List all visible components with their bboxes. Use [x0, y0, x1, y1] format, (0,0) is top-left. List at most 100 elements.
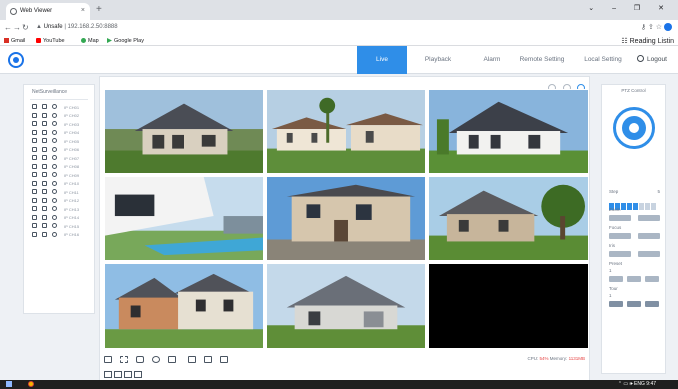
layout-16-icon[interactable]: [134, 371, 142, 378]
record-icon[interactable]: [42, 172, 47, 177]
windows-start-icon[interactable]: [6, 381, 12, 387]
fullscreen-toggle-icon[interactable]: [220, 356, 228, 363]
play-circle-icon[interactable]: [52, 146, 57, 152]
step-slider[interactable]: [609, 197, 657, 215]
video-tile-ch05[interactable]: [266, 176, 426, 261]
channel-item[interactable]: IP CH05: [24, 137, 94, 146]
camera-icon[interactable]: [32, 223, 37, 228]
camera-icon[interactable]: [32, 189, 37, 194]
focus-far-button[interactable]: [638, 233, 660, 239]
camera-icon[interactable]: [32, 163, 37, 169]
tour-stop-button[interactable]: [627, 301, 641, 307]
record-icon[interactable]: [42, 180, 47, 186]
window-controls[interactable]: ⌄ – ❐ ✕: [588, 4, 672, 12]
play-circle-icon[interactable]: [52, 214, 57, 220]
channel-item[interactable]: IP CH12: [24, 197, 94, 206]
record-icon[interactable]: [42, 223, 47, 228]
camera-icon[interactable]: [32, 214, 37, 220]
share-icon[interactable]: ⇪: [648, 24, 654, 31]
record-icon[interactable]: [42, 104, 47, 109]
channel-item[interactable]: IP CH02: [24, 112, 94, 121]
record-icon[interactable]: [42, 112, 47, 118]
forward-arrow-icon[interactable]: →: [13, 23, 21, 32]
grid-layout-icon[interactable]: [104, 356, 112, 363]
bookmark-google-play[interactable]: Google Play: [107, 38, 144, 44]
video-tile-ch08[interactable]: [266, 263, 426, 349]
url-field[interactable]: ▲ Unsafe | 192.168.2.50:8888: [36, 24, 118, 30]
preset-call-button[interactable]: [627, 276, 641, 282]
channel-item[interactable]: IP CH15: [24, 222, 94, 231]
layout-1-icon[interactable]: [104, 371, 112, 378]
play-circle-icon[interactable]: [52, 189, 57, 194]
record-icon[interactable]: [42, 129, 47, 135]
record-icon[interactable]: [42, 163, 47, 169]
layout-9-icon[interactable]: [124, 371, 132, 378]
record-icon[interactable]: [42, 146, 47, 152]
focus-near-button[interactable]: [609, 233, 631, 239]
browser-tab[interactable]: Web Viewer ×: [6, 3, 90, 20]
reload-icon[interactable]: ↻: [22, 23, 29, 32]
audio-icon[interactable]: [152, 356, 160, 363]
key-icon[interactable]: ⚷: [641, 24, 646, 31]
camera-icon[interactable]: [32, 231, 37, 237]
bookmark-youtube[interactable]: YouTube: [36, 38, 65, 44]
channel-item[interactable]: IP CH01: [24, 103, 94, 112]
record-icon[interactable]: [42, 121, 47, 126]
channel-item[interactable]: IP CH13: [24, 205, 94, 214]
camera-icon[interactable]: [32, 206, 37, 211]
record-icon[interactable]: [168, 356, 176, 363]
bookmark-map[interactable]: Map: [81, 38, 99, 44]
camera-icon[interactable]: [32, 121, 37, 126]
logout-button[interactable]: Logout: [628, 46, 676, 74]
channel-item[interactable]: IP CH03: [24, 120, 94, 129]
nav-alarm[interactable]: Alarm: [476, 46, 508, 74]
tour-start-button[interactable]: [609, 301, 623, 307]
nav-live[interactable]: Live: [357, 46, 407, 74]
camera-icon[interactable]: [32, 112, 37, 118]
play-circle-icon[interactable]: [52, 172, 57, 177]
preset-set-button[interactable]: [609, 276, 623, 282]
record-icon[interactable]: [42, 197, 47, 203]
reading-list-button[interactable]: ☷ Reading Listin: [621, 37, 674, 45]
play-circle-icon[interactable]: [52, 121, 57, 126]
play-circle-icon[interactable]: [52, 129, 57, 135]
record-icon[interactable]: [42, 189, 47, 194]
zoom-out-button[interactable]: [609, 215, 631, 221]
chrome-taskbar-icon[interactable]: [28, 381, 34, 387]
channel-item[interactable]: IP CH04: [24, 129, 94, 138]
channel-item[interactable]: IP CH11: [24, 188, 94, 197]
camera-icon[interactable]: [32, 180, 37, 186]
play-circle-icon[interactable]: [52, 180, 57, 186]
bookmark-gmail[interactable]: Gmail: [4, 38, 25, 44]
record-icon[interactable]: [42, 206, 47, 211]
iris-open-button[interactable]: [638, 251, 660, 257]
preset-delete-button[interactable]: [645, 276, 659, 282]
tab-close-icon[interactable]: ×: [81, 7, 85, 14]
play-circle-icon[interactable]: [52, 104, 57, 109]
preset-value[interactable]: 1: [609, 268, 612, 273]
play-circle-icon[interactable]: [52, 206, 57, 211]
video-tile-ch04[interactable]: [104, 176, 264, 261]
camera-icon[interactable]: [32, 129, 37, 135]
video-tile-ch06[interactable]: [428, 176, 589, 261]
camera-snapshot-icon[interactable]: [136, 356, 144, 363]
video-tile-ch01[interactable]: [104, 89, 264, 174]
stream-icon[interactable]: [204, 356, 212, 363]
star-icon[interactable]: ☆: [656, 24, 662, 31]
tour-edit-button[interactable]: [645, 301, 659, 307]
channel-item[interactable]: IP CH07: [24, 154, 94, 163]
channel-item[interactable]: IP CH06: [24, 146, 94, 155]
fit-icon[interactable]: [120, 356, 128, 363]
camera-icon[interactable]: [32, 104, 37, 109]
play-circle-icon[interactable]: [52, 155, 57, 160]
video-tile-ch02[interactable]: [266, 89, 426, 174]
layout-4-icon[interactable]: [114, 371, 122, 378]
camera-icon[interactable]: [32, 138, 37, 143]
camera-icon[interactable]: [32, 172, 37, 177]
record-icon[interactable]: [42, 155, 47, 160]
channel-item[interactable]: IP CH10: [24, 180, 94, 189]
profile-avatar[interactable]: [664, 23, 672, 32]
record-icon[interactable]: [42, 138, 47, 143]
video-tile-ch07[interactable]: [104, 263, 264, 349]
tour-value[interactable]: 1: [609, 293, 612, 298]
